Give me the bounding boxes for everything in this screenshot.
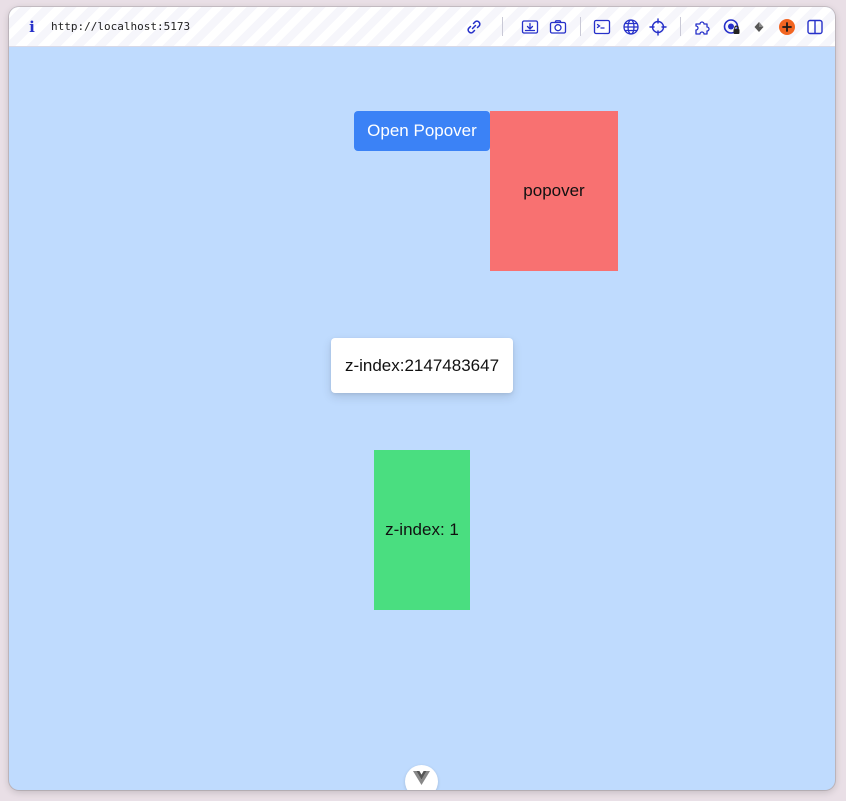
- link-icon[interactable]: [464, 17, 483, 36]
- open-popover-button[interactable]: Open Popover: [354, 111, 490, 151]
- camera-icon[interactable]: [548, 17, 567, 36]
- toolbar-separator: [502, 17, 503, 36]
- diamond-extension-icon[interactable]: [749, 17, 768, 36]
- vue-logo-icon: [413, 771, 430, 785]
- download-icon[interactable]: [520, 17, 539, 36]
- info-icon[interactable]: i: [26, 18, 38, 36]
- zindex-max-label: z-index:2147483647: [344, 355, 500, 375]
- zindex-one-box: z-index: 1: [374, 450, 470, 610]
- url-field[interactable]: http://localhost:5173: [51, 20, 190, 34]
- browser-window: i http://localhost:5173 Open Popover pop…: [9, 7, 835, 790]
- vue-devtools-toggle[interactable]: [405, 765, 438, 790]
- browser-toolbar: i http://localhost:5173: [9, 7, 835, 47]
- crosshair-icon[interactable]: [648, 17, 667, 36]
- popover-label: popover: [523, 181, 585, 200]
- zindex-max-card: z-index:2147483647: [331, 338, 513, 393]
- toolbar-separator: [680, 17, 681, 36]
- zindex-one-label: z-index: 1: [385, 520, 459, 539]
- password-manager-icon[interactable]: [722, 17, 741, 36]
- sidebar-toggle-icon[interactable]: [805, 17, 824, 36]
- terminal-icon[interactable]: [592, 17, 611, 36]
- popover: popover: [490, 111, 618, 271]
- toolbar-separator: [580, 17, 581, 36]
- globe-icon[interactable]: [621, 17, 640, 36]
- plus-extension-icon[interactable]: [777, 17, 796, 36]
- extensions-puzzle-icon[interactable]: [693, 17, 712, 36]
